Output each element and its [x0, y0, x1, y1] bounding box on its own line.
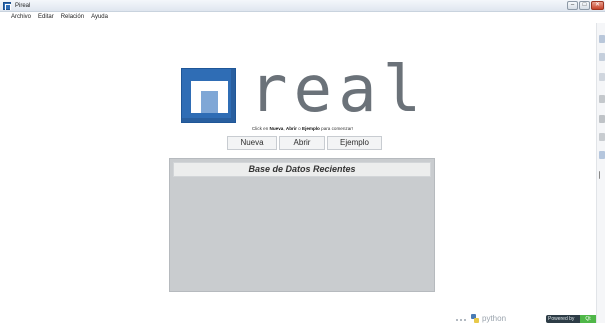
table-icon[interactable] — [599, 95, 605, 103]
open-button[interactable]: Abrir — [279, 136, 325, 150]
pireal-app-icon — [3, 2, 11, 10]
panel-icon[interactable] — [599, 53, 605, 61]
recent-databases-panel[interactable]: Base de Datos Recientes — [169, 158, 435, 292]
table-icon[interactable] — [599, 115, 605, 123]
powered-by-badge: Powered by — [546, 315, 580, 323]
panel-icon[interactable] — [599, 35, 605, 43]
title-bar: Pireal – □ ✕ — [0, 0, 605, 12]
menu-editar[interactable]: Editar — [38, 12, 54, 23]
window-title: Pireal — [15, 3, 31, 9]
logo-mark — [181, 68, 236, 123]
start-buttons: Nueva Abrir Ejemplo — [227, 136, 382, 150]
minimize-button[interactable]: – — [567, 1, 578, 10]
start-instructions: Click en Nueva, Abrir o Ejemplo para com… — [251, 126, 354, 131]
list-icon[interactable] — [599, 151, 605, 159]
menu-archivo[interactable]: Archivo — [11, 12, 31, 23]
example-button[interactable]: Ejemplo — [327, 136, 382, 150]
logo-wordmark: real — [249, 53, 428, 127]
menu-ayuda[interactable]: Ayuda — [91, 12, 108, 23]
footer-dots — [455, 319, 467, 321]
table-icon[interactable] — [599, 133, 605, 141]
side-toolbar — [596, 23, 605, 323]
maximize-button[interactable]: □ — [579, 1, 590, 10]
edit-icon[interactable] — [599, 171, 605, 179]
python-icon — [471, 314, 479, 323]
qt-badge: Qt — [580, 315, 596, 323]
python-label: python — [482, 314, 507, 323]
menu-relacion[interactable]: Relación — [61, 12, 84, 23]
recent-databases-title: Base de Datos Recientes — [173, 162, 431, 177]
panel-icon[interactable] — [599, 73, 605, 81]
menu-bar: Archivo Editar Relación Ayuda — [0, 12, 605, 23]
close-button[interactable]: ✕ — [591, 1, 604, 10]
new-button[interactable]: Nueva — [227, 136, 277, 150]
